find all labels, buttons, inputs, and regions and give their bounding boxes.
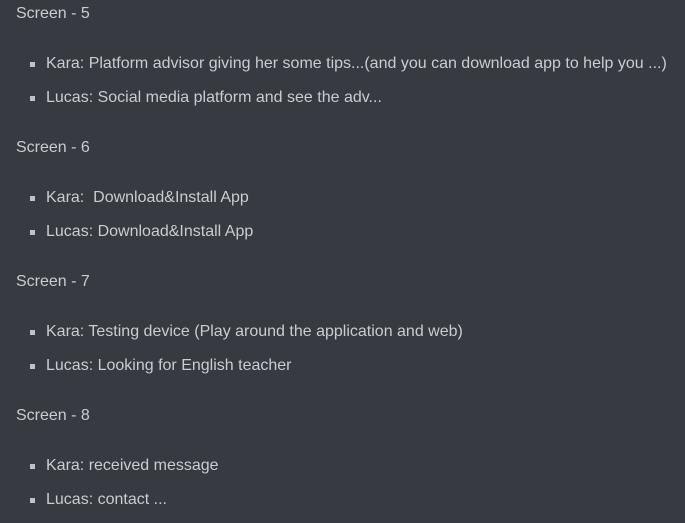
document: Screen - 5 Kara: Platform advisor giving…: [0, 0, 685, 523]
list-item-text: Lucas: Download&Install App: [46, 223, 254, 240]
list-item-text: Lucas: contact ...: [46, 491, 167, 508]
list-item-text: Kara: Platform advisor giving her some t…: [46, 55, 667, 72]
list-item-text: Kara: Download&Install App: [46, 189, 249, 206]
bullet-icon: [30, 330, 35, 335]
bullet-icon: [30, 62, 35, 67]
bullet-icon: [30, 364, 35, 369]
section-heading: Screen - 8: [16, 407, 90, 424]
section-heading: Screen - 5: [16, 5, 90, 22]
list-item-text: Lucas: Social media platform and see the…: [46, 89, 382, 106]
bullet-icon: [30, 196, 35, 201]
list-item-text: Kara: received message: [46, 457, 219, 474]
bullet-icon: [30, 96, 35, 101]
section-heading: Screen - 7: [16, 273, 90, 290]
bullet-icon: [30, 464, 35, 469]
bullet-icon: [30, 498, 35, 503]
list-item-text: Kara: Testing device (Play around the ap…: [46, 323, 463, 340]
list-item-text: Lucas: Looking for English teacher: [46, 357, 292, 374]
section-heading: Screen - 6: [16, 139, 90, 156]
bullet-icon: [30, 230, 35, 235]
